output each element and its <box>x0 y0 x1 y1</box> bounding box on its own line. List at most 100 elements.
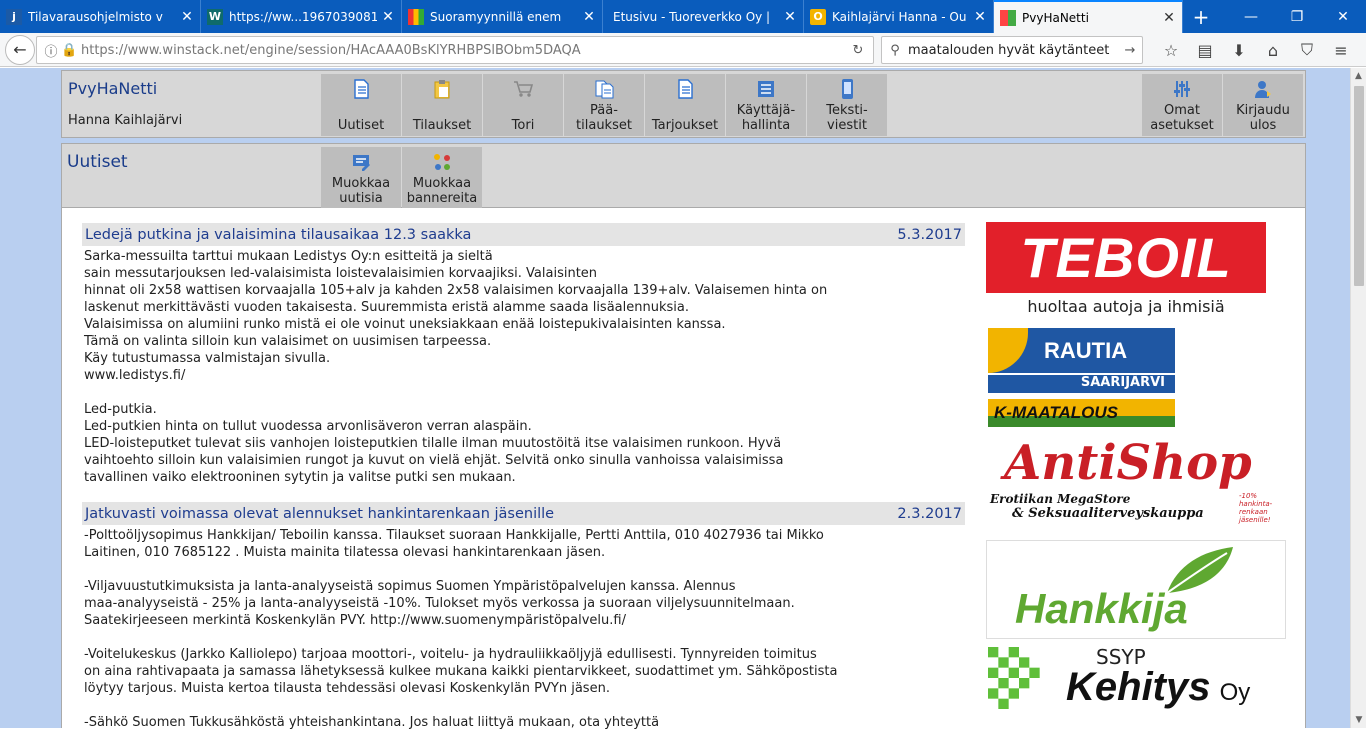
browser-tab[interactable]: W https://ww...1967039081 ✕ <box>201 0 402 33</box>
favicon-icon: j <box>6 8 22 25</box>
scroll-up-icon[interactable]: ▲ <box>1351 68 1366 84</box>
info-icon[interactable]: ⓘ <box>41 41 61 60</box>
browser-tab-strip: j Tilavarausohjelmisto v ✕ W https://ww.… <box>0 0 1366 33</box>
back-icon[interactable]: ← <box>5 34 35 65</box>
url-text[interactable]: https://www.winstack.net/engine/session/… <box>81 43 843 58</box>
tab-title: Suoramyynnillä enem <box>430 9 562 24</box>
reading-list-icon[interactable]: ▤ <box>1188 41 1222 60</box>
search-input[interactable]: maatalouden hyvät käytänteet <box>908 43 1118 58</box>
close-tab-icon[interactable]: ✕ <box>582 9 596 25</box>
news-item: Jatkuvasti voimassa olevat alennukset ha… <box>82 502 965 733</box>
browser-tab[interactable]: O Kaihlajärvi Hanna - Ou ✕ <box>804 0 994 33</box>
rautia-place: SAARIJÄRVI <box>988 373 1175 393</box>
search-go-icon[interactable]: → <box>1118 43 1142 58</box>
browser-tab[interactable]: Suoramyynnillä enem ✕ <box>402 0 603 33</box>
home-icon[interactable]: ⌂ <box>1256 41 1290 60</box>
toolbar-icons: ☆ ▤ ⬇ ⌂ ⛉ ≡ <box>1154 33 1358 67</box>
action-label: Muokkaa bannereita <box>406 176 478 206</box>
document-icon <box>354 79 369 99</box>
reload-icon[interactable]: ↻ <box>843 43 873 58</box>
favicon-icon: W <box>207 8 223 25</box>
page-scrollbar[interactable]: ▲ ▼ <box>1350 68 1366 728</box>
pocket-icon[interactable]: ⛉ <box>1290 40 1324 60</box>
menu-uutiset-button[interactable]: Uutiset <box>321 74 401 136</box>
teboil-logo-text: TEBOIL <box>1020 226 1232 289</box>
hankkija-logo-text: Hankkija <box>1015 585 1188 632</box>
news-title[interactable]: Ledejä putkina ja valaisimina tilausaika… <box>85 227 471 243</box>
menu-label: Teksti- viestit <box>826 103 868 133</box>
documents-icon <box>595 80 614 99</box>
menu-tilaukset-button[interactable]: Tilaukset <box>402 74 482 136</box>
new-tab-button[interactable]: + <box>1183 0 1219 33</box>
news-item: Ledejä putkina ja valaisimina tilausaika… <box>82 223 965 488</box>
close-tab-icon[interactable]: ✕ <box>381 9 395 25</box>
close-tab-icon[interactable]: ✕ <box>973 9 987 25</box>
close-tab-icon[interactable]: ✕ <box>1162 10 1176 26</box>
url-bar[interactable]: ⓘ 🔒 https://www.winstack.net/engine/sess… <box>36 36 874 64</box>
menu-label: Käyttäjä- hallinta <box>736 103 796 133</box>
kehitys-logo-text: Kehitys <box>1066 665 1211 709</box>
news-title[interactable]: Jatkuvasti voimassa olevat alennukset ha… <box>85 506 554 522</box>
kehitys-suffix: Oy <box>1219 679 1251 706</box>
bookmark-star-icon[interactable]: ☆ <box>1154 41 1188 60</box>
sliders-icon <box>1174 81 1190 97</box>
section-header: Uutiset Muokkaa uutisia Muokkaa bannerei… <box>61 143 1306 209</box>
teboil-banner[interactable]: TEBOIL huoltaa autoja ja ihmisiä <box>986 222 1266 322</box>
favicon-icon <box>1000 9 1016 26</box>
section-title: Uutiset <box>67 152 128 172</box>
browser-tab[interactable]: Etusivu - Tuoreverkko Oy | ✕ <box>603 0 804 33</box>
browser-tab[interactable]: j Tilavarausohjelmisto v ✕ <box>0 0 201 33</box>
banners-icon <box>434 154 450 170</box>
favicon-icon <box>408 8 424 25</box>
checker-logo-icon <box>988 647 1040 709</box>
news-header: Ledejä putkina ja valaisimina tilausaika… <box>82 223 965 246</box>
minimize-icon[interactable]: — <box>1228 0 1274 33</box>
antishop-banner[interactable]: AntiShop Erotiikan MegaStore & Seksuaali… <box>986 434 1283 534</box>
action-label: Muokkaa uutisia <box>331 176 391 206</box>
menu-omat-asetukset-button[interactable]: Omat asetukset <box>1142 74 1222 136</box>
menu-label: Tilaukset <box>412 118 472 133</box>
favicon-icon: O <box>810 8 826 25</box>
menu-label: Tori <box>511 118 535 133</box>
scroll-thumb[interactable] <box>1354 86 1364 286</box>
edit-news-button[interactable]: Muokkaa uutisia <box>321 147 401 209</box>
phone-icon <box>842 79 853 99</box>
lock-icon: 🔒 <box>61 42 78 58</box>
menu-icon[interactable]: ≡ <box>1324 41 1358 60</box>
user-name: Hanna Kaihlajärvi <box>68 113 183 128</box>
news-date: 2.3.2017 <box>897 505 962 522</box>
document-icon <box>678 79 693 99</box>
k-maatalous-text: K-MAATALOUS <box>994 403 1119 422</box>
maximize-icon[interactable]: ❐ <box>1274 0 1320 33</box>
rautia-logo-mark <box>988 328 1028 373</box>
menu-label: Omat asetukset <box>1150 103 1214 133</box>
rautia-banner[interactable]: RAUTIA SAARIJÄRVI K-MAATALOUS <box>988 328 1175 428</box>
hankkija-banner[interactable]: Hankkija <box>986 540 1286 639</box>
app-header: PvyHaNetti Hanna Kaihlajärvi Uutiset Til… <box>61 70 1306 138</box>
browser-toolbar: ← ⓘ 🔒 https://www.winstack.net/engine/se… <box>0 33 1366 67</box>
search-icon: ⚲ <box>890 42 900 58</box>
menu-kirjaudu-ulos-button[interactable]: Kirjaudu ulos <box>1223 74 1303 136</box>
antishop-logo-text: AntiShop <box>1004 435 1252 491</box>
scroll-down-icon[interactable]: ▼ <box>1351 712 1366 728</box>
teboil-slogan: huoltaa autoja ja ihmisiä <box>1027 297 1225 316</box>
browser-tab-active[interactable]: PvyHaNetti ✕ <box>994 0 1183 33</box>
menu-tori-button[interactable]: Tori <box>483 74 563 136</box>
menu-tekstiviestit-button[interactable]: Teksti- viestit <box>807 74 887 136</box>
download-icon[interactable]: ⬇ <box>1222 41 1256 60</box>
menu-paatilaukset-button[interactable]: Pää- tilaukset <box>564 74 644 136</box>
window-close-icon[interactable]: ✕ <box>1320 0 1366 33</box>
app-brand[interactable]: PvyHaNetti <box>68 79 157 98</box>
antishop-offer: -10% hankinta-renkaan jäsenille! <box>1239 492 1273 524</box>
news-body: Sarka-messuilta tarttui mukaan Ledistys … <box>84 249 828 485</box>
search-bar[interactable]: ⚲ maatalouden hyvät käytänteet → <box>881 36 1143 64</box>
tab-title: Kaihlajärvi Hanna - Ou <box>832 9 967 24</box>
edit-banners-button[interactable]: Muokkaa bannereita <box>402 147 482 209</box>
tab-title: PvyHaNetti <box>1022 10 1089 25</box>
kehitys-banner[interactable]: SSYP Kehitys Oy <box>986 645 1286 715</box>
close-tab-icon[interactable]: ✕ <box>783 9 797 25</box>
close-tab-icon[interactable]: ✕ <box>180 9 194 25</box>
menu-kayttajahallinta-button[interactable]: Käyttäjä- hallinta <box>726 74 806 136</box>
rautia-logo-text: RAUTIA <box>1044 337 1128 363</box>
menu-tarjoukset-button[interactable]: Tarjoukset <box>645 74 725 136</box>
